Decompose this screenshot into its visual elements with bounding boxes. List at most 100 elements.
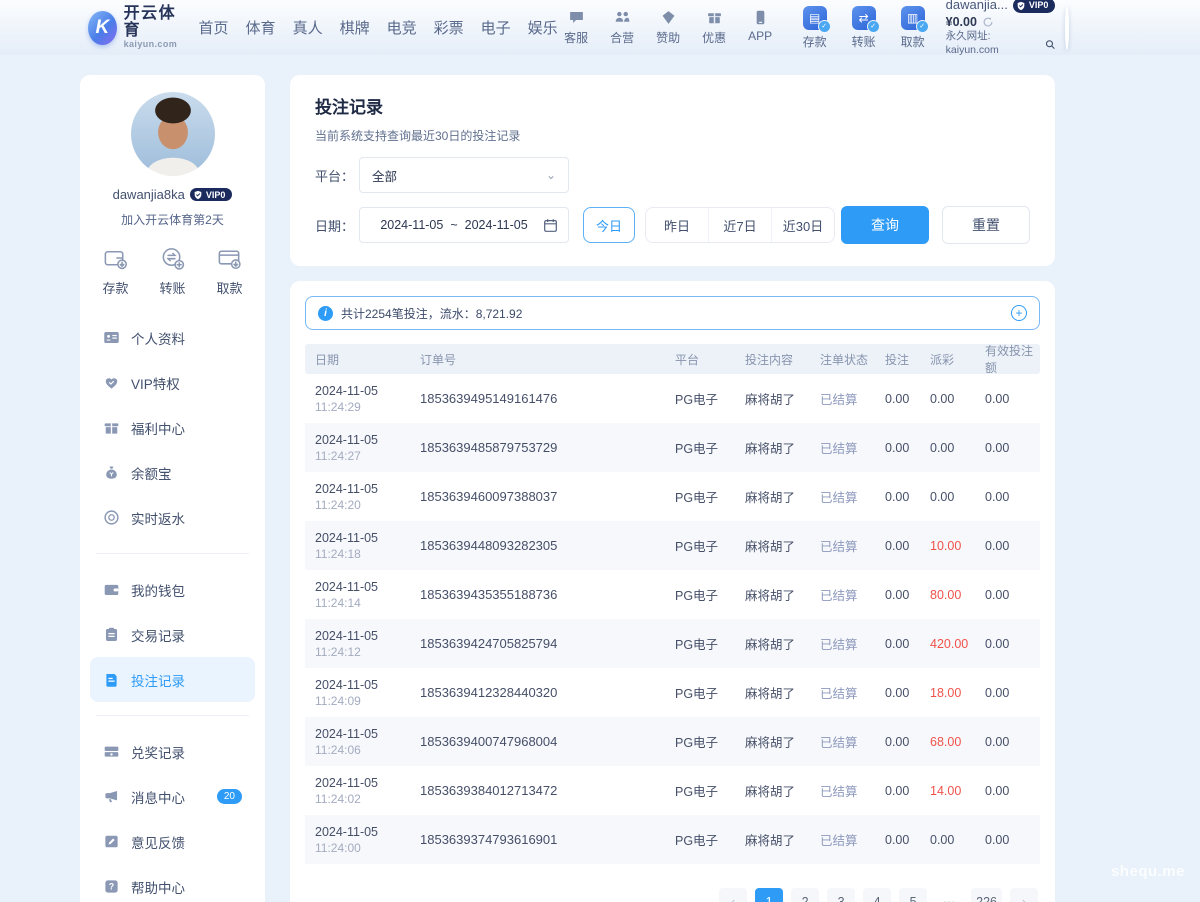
col-header-status: 注单状态	[820, 351, 885, 368]
nav-live[interactable]: 真人	[293, 17, 323, 38]
user-avatar[interactable]	[1065, 6, 1069, 50]
date-label: 日期：	[315, 216, 359, 235]
sidebar-item-bet-records[interactable]: 投注记录	[90, 657, 255, 702]
sidebar-item-transactions[interactable]: 交易记录	[90, 612, 255, 657]
reset-button[interactable]: 重置	[942, 206, 1030, 244]
sidebar: dawanjia8ka VIP0 加入开云体育第2天 存款 转账	[80, 75, 265, 902]
date-range-input[interactable]: 2024-11-05 ~ 2024-11-05	[359, 207, 569, 243]
chat-icon	[568, 9, 585, 26]
user-display-name[interactable]: dawanjia...	[946, 0, 1008, 14]
page-button-3[interactable]: 3	[827, 888, 855, 902]
sidebar-item-wallet[interactable]: 我的钱包	[90, 567, 255, 612]
money-stack-icon	[103, 743, 120, 760]
money-pouch-icon	[103, 464, 120, 481]
table-row: 2024-11-0511:24:02 1853639384012713472 P…	[305, 766, 1040, 815]
sidebar-item-yuebao[interactable]: 余额宝	[90, 450, 255, 495]
brand-logo[interactable]: K 开云体育 kaiyun.com	[88, 6, 183, 49]
sidebar-deposit-button[interactable]: 存款	[102, 245, 129, 297]
next-page-button[interactable]: ›	[1010, 888, 1038, 902]
nav-lottery[interactable]: 彩票	[434, 17, 464, 38]
date-separator: ~	[450, 218, 457, 232]
nav-home[interactable]: 首页	[199, 17, 229, 38]
phone-icon	[752, 9, 769, 26]
unread-count-badge: 20	[217, 789, 242, 804]
partner-link[interactable]: 合营	[604, 9, 641, 46]
sidebar-menu-group-2: 我的钱包 交易记录 投注记录	[80, 561, 265, 708]
quick-date-yesterday[interactable]: 昨日	[646, 208, 708, 242]
magnifier-icon[interactable]	[1045, 39, 1055, 50]
table-row: 2024-11-0511:24:20 1853639460097388037 P…	[305, 472, 1040, 521]
deposit-outline-icon	[102, 245, 129, 272]
promotions-link[interactable]: 优惠	[696, 9, 733, 46]
wallet-links: ▤✓ 存款 ⇄✓ 转账 ▥✓ 取款	[795, 6, 933, 50]
table-row: 2024-11-0511:24:12 1853639424705825794 P…	[305, 619, 1040, 668]
quick-date-30days[interactable]: 近30日	[771, 208, 834, 242]
bet-doc-icon	[103, 671, 120, 688]
table-row: 2024-11-0511:24:06 1853639400747968004 P…	[305, 717, 1040, 766]
withdraw-link[interactable]: ▥✓ 取款	[893, 6, 933, 50]
profile-username: dawanjia8ka	[113, 187, 185, 202]
top-bar: K 开云体育 kaiyun.com 首页 体育 真人 棋牌 电竞 彩票 电子 娱…	[0, 0, 1200, 55]
table-row: 2024-11-0511:24:09 1853639412328440320 P…	[305, 668, 1040, 717]
refresh-icon[interactable]	[982, 16, 994, 28]
page-button-4[interactable]: 4	[863, 888, 891, 902]
sidebar-transfer-button[interactable]: 转账	[159, 245, 186, 297]
platform-select[interactable]: 全部 ⌄	[359, 157, 569, 193]
records-card: i 共计2254笔投注，流水：8,721.92 + 日期 订单号 平台 投注内容…	[290, 281, 1055, 902]
sidebar-divider	[96, 715, 249, 716]
customer-service-link[interactable]: 客服	[558, 9, 595, 46]
sidebar-item-vip[interactable]: VIP特权	[90, 360, 255, 405]
page-button-5[interactable]: 5	[899, 888, 927, 902]
sidebar-item-prize-records[interactable]: 兑奖记录	[90, 729, 255, 774]
sidebar-item-rebate[interactable]: 实时返水	[90, 495, 255, 540]
page-button-2[interactable]: 2	[791, 888, 819, 902]
megaphone-icon	[103, 788, 120, 805]
sidebar-item-messages[interactable]: 消息中心 20	[90, 774, 255, 819]
sidebar-item-feedback[interactable]: 意见反馈	[90, 819, 255, 864]
sponsor-link[interactable]: 赞助	[650, 9, 687, 46]
brand-name: 开云体育	[124, 6, 183, 40]
brand-domain: kaiyun.com	[124, 40, 183, 49]
nav-slots[interactable]: 电子	[481, 17, 511, 38]
gift-icon	[706, 9, 723, 26]
page-button-last[interactable]: 226	[971, 888, 1002, 902]
sidebar-item-welfare[interactable]: 福利中心	[90, 405, 255, 450]
quick-date-group: 昨日 近7日 近30日	[645, 207, 835, 243]
summary-text: 共计2254笔投注，流水：8,721.92	[341, 305, 522, 322]
table-row: 2024-11-0511:24:18 1853639448093282305 P…	[305, 521, 1040, 570]
sidebar-item-help[interactable]: ? 帮助中心	[90, 864, 255, 902]
nav-entertainment[interactable]: 娱乐	[528, 17, 558, 38]
app-download-link[interactable]: APP	[742, 9, 779, 46]
platform-selected-value: 全部	[372, 166, 397, 185]
quick-date-7days[interactable]: 近7日	[708, 208, 771, 242]
sidebar-withdraw-button[interactable]: 取款	[216, 245, 243, 297]
nav-esports[interactable]: 电竞	[387, 17, 417, 38]
pagination: ‹ 1 2 3 4 5 ··· 226 ›	[305, 888, 1040, 902]
id-card-icon	[103, 329, 120, 346]
col-header-content: 投注内容	[745, 351, 820, 368]
deposit-card-icon: ▤✓	[803, 6, 827, 30]
user-info: dawanjia... VIP0 ¥0.00 永久网址: kaiyun.com	[946, 0, 1056, 58]
welfare-gift-icon	[103, 419, 120, 436]
top-nav: 首页 体育 真人 棋牌 电竞 彩票 电子 娱乐	[199, 17, 558, 38]
page-button-1[interactable]: 1	[755, 888, 783, 902]
profile-panel: dawanjia8ka VIP0 加入开云体育第2天	[80, 75, 265, 228]
nav-cards[interactable]: 棋牌	[340, 17, 370, 38]
table-row: 2024-11-0511:24:14 1853639435355188736 P…	[305, 570, 1040, 619]
sidebar-item-profile[interactable]: 个人资料	[90, 315, 255, 360]
page-title: 投注记录	[315, 93, 1030, 118]
top-quick-links: 客服 合营 赞助 优惠 APP	[558, 9, 779, 46]
prev-page-button[interactable]: ‹	[719, 888, 747, 902]
rebate-coin-icon	[103, 509, 120, 526]
profile-vip-badge: VIP0	[190, 188, 233, 201]
wallet-icon	[103, 581, 120, 598]
svg-text:?: ?	[109, 882, 114, 892]
quick-date-today[interactable]: 今日	[583, 207, 635, 243]
page-ellipsis: ···	[935, 888, 963, 902]
transfer-link[interactable]: ⇄✓ 转账	[844, 6, 884, 50]
query-button[interactable]: 查询	[841, 206, 929, 244]
profile-avatar[interactable]	[131, 92, 215, 176]
expand-plus-icon[interactable]: +	[1011, 305, 1027, 321]
deposit-link[interactable]: ▤✓ 存款	[795, 6, 835, 50]
nav-sports[interactable]: 体育	[246, 17, 276, 38]
